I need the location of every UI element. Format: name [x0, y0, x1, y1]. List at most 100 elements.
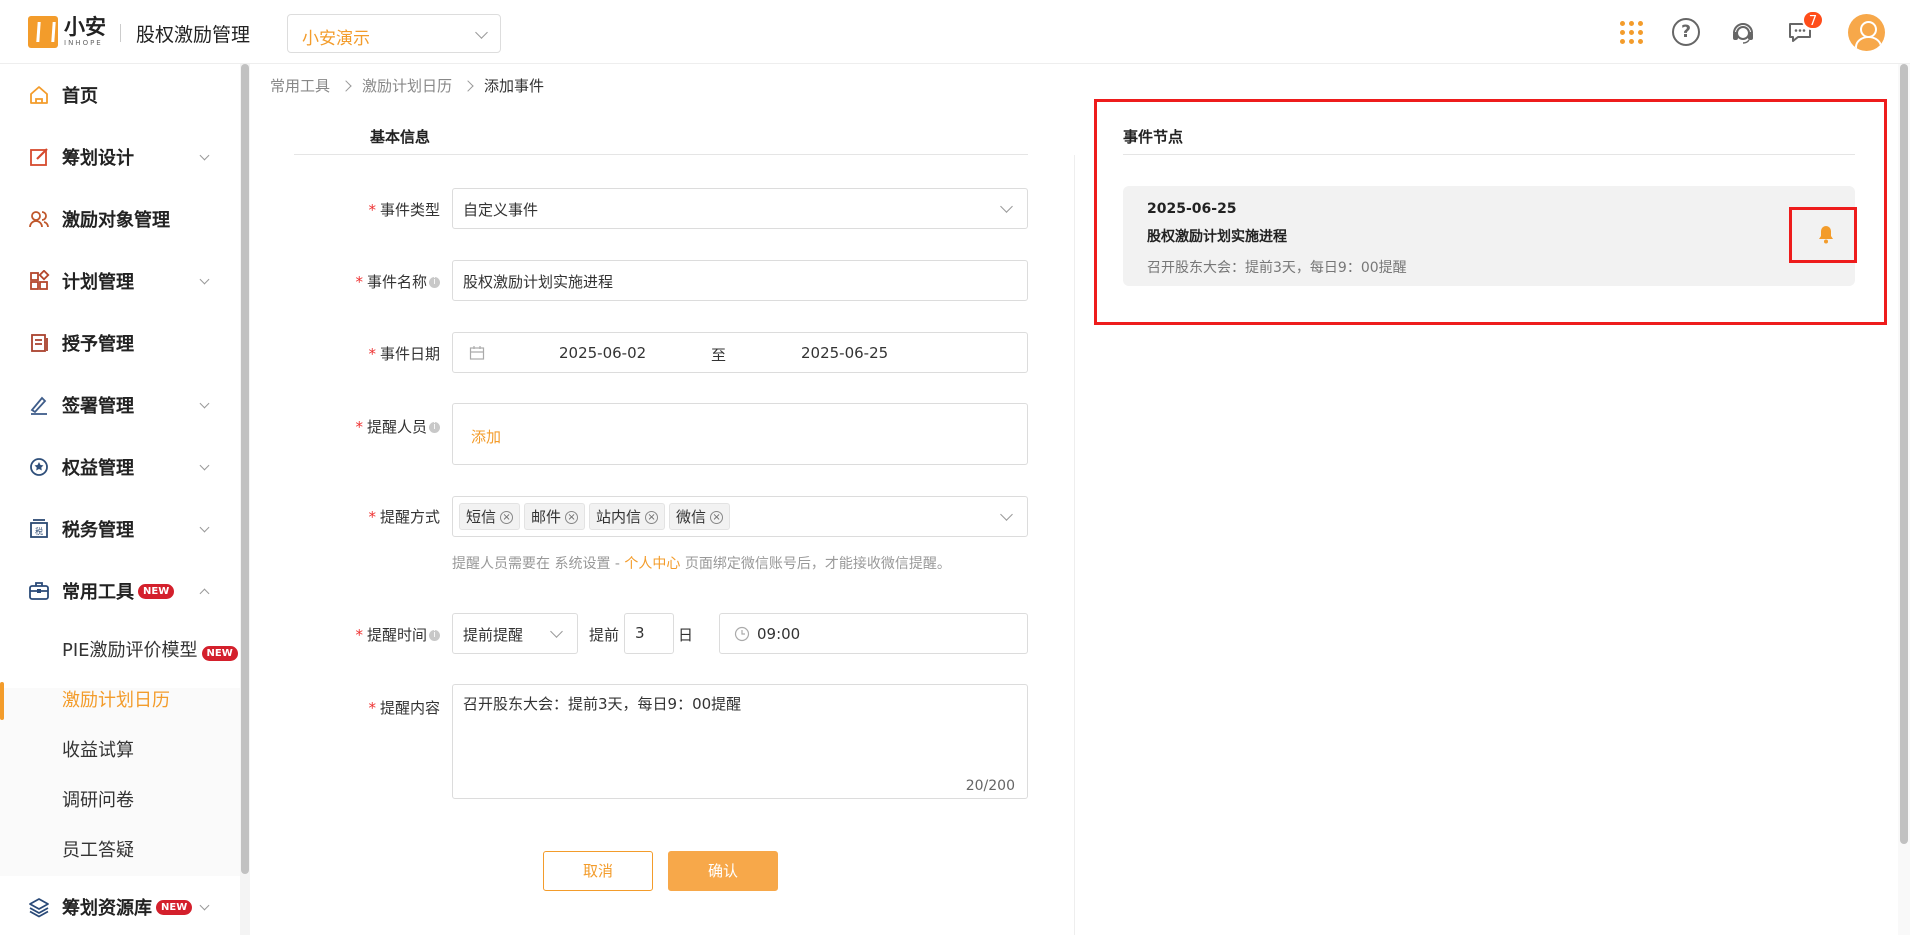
sidebar-item-tools[interactable]: 常用工具 NEW — [0, 560, 240, 622]
remind-method-select[interactable]: 短信 × 邮件 × 站内信 × 微信 × — [452, 496, 1028, 537]
close-icon[interactable]: × — [710, 511, 724, 524]
start-date[interactable]: 2025-06-02 — [559, 344, 646, 362]
method-tag-email: 邮件 × — [524, 503, 586, 530]
sidebar-subitem-pie-model[interactable]: PIE激励评价模型 NEW — [0, 626, 240, 676]
chevron-down-icon — [199, 150, 210, 161]
main-scrollbar[interactable] — [1898, 64, 1910, 935]
sidebar-item-participants[interactable]: 激励对象管理 — [0, 188, 240, 250]
remind-method-label: * 提醒方式 — [368, 508, 440, 526]
event-name-label: * 事件名称 i — [340, 271, 440, 292]
sidebar-item-label: 授予管理 — [62, 334, 134, 355]
chevron-right-icon — [340, 79, 352, 92]
event-date-range-picker[interactable]: 2025-06-02 至 2025-06-25 — [452, 332, 1028, 373]
info-icon: i — [429, 277, 440, 288]
remind-person-field[interactable]: 添加 — [452, 403, 1028, 465]
sidebar-scrollbar-thumb[interactable] — [241, 64, 249, 874]
sidebar-item-label: 筹划资源库 — [62, 898, 152, 919]
sidebar-item-resources[interactable]: 筹划资源库 NEW — [0, 876, 240, 935]
user-avatar[interactable] — [1848, 14, 1885, 51]
company-select[interactable]: 小安演示 — [287, 14, 501, 53]
chevron-down-icon — [1000, 200, 1013, 213]
new-badge: NEW — [201, 646, 238, 661]
customer-service-icon[interactable] — [1729, 18, 1757, 46]
breadcrumb-item[interactable]: 激励计划日历 — [362, 75, 452, 96]
chevron-down-icon — [475, 26, 488, 39]
remind-content-textarea[interactable]: 召开股东大会：提前3天，每日9：00提醒 20/200 — [452, 684, 1028, 799]
close-icon[interactable]: × — [500, 511, 514, 524]
breadcrumb-item[interactable]: 常用工具 — [270, 75, 330, 96]
event-card-desc: 召开股东大会：提前3天，每日9：00提醒 — [1147, 260, 1407, 276]
shield-star-icon — [28, 456, 50, 478]
close-icon[interactable]: × — [565, 511, 579, 524]
chevron-down-icon — [199, 522, 210, 533]
sidebar-item-signing[interactable]: 签署管理 — [0, 374, 240, 436]
breadcrumb: 常用工具 激励计划日历 添加事件 — [270, 75, 544, 96]
end-date[interactable]: 2025-06-25 — [801, 344, 888, 362]
time-picker[interactable]: 09:00 — [719, 613, 1028, 654]
event-nodes-title: 事件节点 — [1123, 128, 1184, 146]
confirm-button[interactable]: 确认 — [668, 851, 778, 891]
event-type-label: * 事件类型 — [368, 201, 440, 219]
sidebar-subitem-earnings-calc[interactable]: 收益试算 — [0, 726, 240, 776]
method-tag-inbox: 站内信 × — [589, 503, 666, 530]
sidebar-subitem-calendar[interactable]: 激励计划日历 — [0, 676, 240, 726]
apps-icon — [28, 269, 50, 292]
logo-mark — [28, 16, 58, 48]
sidebar-item-label: 税务管理 — [62, 520, 134, 541]
date-separator: 至 — [711, 346, 727, 364]
sidebar: 首页 筹划设计 激励对象管理 计划管理 授予管理 签署管理 权益管理 税 税务管… — [0, 64, 240, 935]
sidebar-item-grants[interactable]: 授予管理 — [0, 312, 240, 374]
event-type-select[interactable]: 自定义事件 — [452, 188, 1028, 229]
apps-grid-icon[interactable] — [1617, 18, 1645, 46]
sidebar-item-home[interactable]: 首页 — [0, 64, 240, 126]
sidebar-subitem-survey[interactable]: 调研问卷 — [0, 776, 240, 826]
sidebar-item-label: 权益管理 — [62, 458, 134, 479]
new-badge: NEW — [156, 899, 193, 915]
users-icon — [28, 208, 50, 230]
new-badge: NEW — [138, 583, 175, 599]
sidebar-item-tax[interactable]: 税 税务管理 — [0, 498, 240, 560]
remind-mode-value: 提前提醒 — [463, 626, 524, 644]
calendar-icon — [469, 345, 485, 365]
method-tag-wechat: 微信 × — [669, 503, 731, 530]
sidebar-scrollbar[interactable] — [240, 64, 250, 935]
days-input[interactable]: 3 — [624, 613, 674, 654]
personal-center-link[interactable]: 个人中心 — [624, 556, 680, 572]
section-divider — [294, 154, 1028, 155]
wechat-hint: 提醒人员需要在 系统设置 - 个人中心 页面绑定微信账号后，才能接收微信提醒。 — [452, 556, 951, 572]
home-icon — [28, 84, 50, 106]
sidebar-subitem-faq[interactable]: 员工答疑 — [0, 826, 240, 876]
sidebar-item-plans[interactable]: 计划管理 — [0, 250, 240, 312]
event-card-name: 股权激励计划实施进程 — [1147, 229, 1287, 245]
event-card-date: 2025-06-25 — [1147, 201, 1237, 217]
logo-sub: INHOPE — [64, 39, 103, 47]
remind-mode-select[interactable]: 提前提醒 — [452, 613, 578, 654]
sidebar-item-equity[interactable]: 权益管理 — [0, 436, 240, 498]
cancel-button[interactable]: 取消 — [543, 851, 653, 891]
basic-info-title: 基本信息 — [370, 128, 431, 146]
sidebar-item-label: 常用工具 — [62, 582, 134, 603]
main-scrollbar-thumb[interactable] — [1900, 64, 1908, 844]
chevron-down-icon — [199, 274, 210, 285]
sidebar-item-label: 计划管理 — [62, 272, 134, 293]
chevron-right-icon — [462, 79, 474, 92]
event-name-input[interactable]: 股权激励计划实施进程 — [452, 260, 1028, 301]
days-value: 3 — [635, 624, 645, 642]
event-type-value: 自定义事件 — [463, 201, 539, 219]
layers-icon — [28, 896, 50, 918]
app-title: 股权激励管理 — [136, 24, 251, 46]
char-counter: 20/200 — [965, 778, 1015, 794]
event-name-value: 股权激励计划实施进程 — [463, 273, 614, 291]
sidebar-item-label: 首页 — [62, 86, 98, 107]
remind-content-label: * 提醒内容 — [368, 699, 440, 717]
chevron-down-icon — [550, 625, 563, 638]
sidebar-item-planning[interactable]: 筹划设计 — [0, 126, 240, 188]
event-card[interactable]: 2025-06-25 股权激励计划实施进程 召开股东大会：提前3天，每日9：00… — [1123, 186, 1855, 286]
add-person-link[interactable]: 添加 — [471, 426, 501, 447]
edit-icon — [28, 146, 50, 168]
logo[interactable]: 小安 INHOPE — [28, 14, 106, 50]
close-icon[interactable]: × — [645, 511, 659, 524]
event-date-label: * 事件日期 — [368, 345, 440, 363]
ahead-label: 提前 — [589, 626, 620, 644]
help-icon[interactable]: ? — [1672, 18, 1700, 46]
